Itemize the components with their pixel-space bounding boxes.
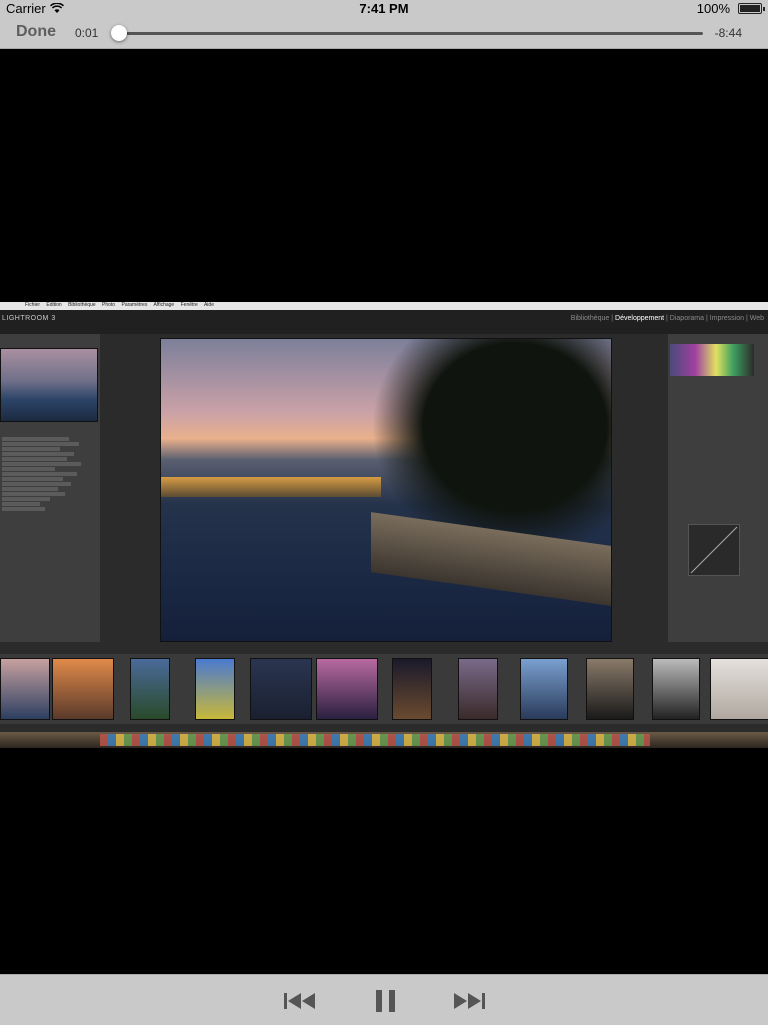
lightroom-header xyxy=(0,310,768,334)
menu-item: Fichier xyxy=(25,302,41,308)
menu-item: Édition xyxy=(46,302,62,308)
module-develop: Développement xyxy=(615,315,665,322)
filmstrip-thumb[interactable] xyxy=(586,658,634,720)
filmstrip-thumb[interactable] xyxy=(458,658,498,720)
battery-icon xyxy=(738,3,765,14)
scrubber-thumb[interactable] xyxy=(111,25,128,41)
status-bar: Carrier 7:41 PM 100% xyxy=(0,0,768,18)
clock: 7:41 PM xyxy=(359,1,409,16)
remaining-time: -8:44 xyxy=(714,26,742,40)
menu-item: Affichage xyxy=(153,302,175,308)
filmstrip-thumb[interactable] xyxy=(250,658,312,720)
main-photo xyxy=(160,338,612,642)
filmstrip-thumb[interactable] xyxy=(710,658,768,720)
module-web: Web xyxy=(749,315,764,322)
menu-item: Paramètres xyxy=(121,302,148,308)
pause-icon[interactable] xyxy=(370,989,406,1013)
dock-icons xyxy=(100,734,650,746)
player-nav-bar: Done 0:01 -8:44 xyxy=(0,18,768,49)
video-frame[interactable]: Fichier Édition Bibliothèque Photo Param… xyxy=(0,302,768,748)
filmstrip-thumb[interactable] xyxy=(52,658,114,720)
menu-item: Bibliothèque xyxy=(68,302,96,308)
filmstrip xyxy=(0,654,768,724)
tone-curve xyxy=(688,524,740,576)
menu-item: Aide xyxy=(203,302,214,308)
right-panel xyxy=(668,334,768,642)
menu-item: Fenêtre xyxy=(180,302,198,308)
battery-percentage: 100% xyxy=(696,1,730,16)
filmstrip-thumb[interactable] xyxy=(0,658,50,720)
done-button[interactable]: Done xyxy=(16,23,56,41)
module-picker: Bibliothèque | Développement | Diaporama… xyxy=(570,315,764,322)
filmstrip-thumb[interactable] xyxy=(316,658,378,720)
scrubber-track[interactable] xyxy=(118,32,703,35)
filmstrip-thumb[interactable] xyxy=(130,658,170,720)
filmstrip-thumb[interactable] xyxy=(652,658,700,720)
current-time: 0:01 xyxy=(75,26,99,40)
navigator-preview xyxy=(0,348,98,422)
previous-track-icon[interactable] xyxy=(282,989,318,1013)
playback-controls xyxy=(0,974,768,1025)
menu-item: Photo xyxy=(102,302,116,308)
filmstrip-thumb[interactable] xyxy=(520,658,568,720)
module-print: Impression xyxy=(709,315,744,322)
left-panel xyxy=(0,334,100,642)
histogram xyxy=(670,344,754,376)
filmstrip-thumb[interactable] xyxy=(195,658,235,720)
mac-menu-bar: Fichier Édition Bibliothèque Photo Param… xyxy=(0,302,768,310)
app-title: LIGHTROOM 3 xyxy=(2,315,56,322)
module-library: Bibliothèque xyxy=(570,315,610,322)
filmstrip-thumb[interactable] xyxy=(392,658,432,720)
next-track-icon[interactable] xyxy=(451,989,487,1013)
mac-dock xyxy=(0,732,768,748)
preset-list xyxy=(2,436,98,586)
module-slideshow: Diaporama xyxy=(669,315,705,322)
